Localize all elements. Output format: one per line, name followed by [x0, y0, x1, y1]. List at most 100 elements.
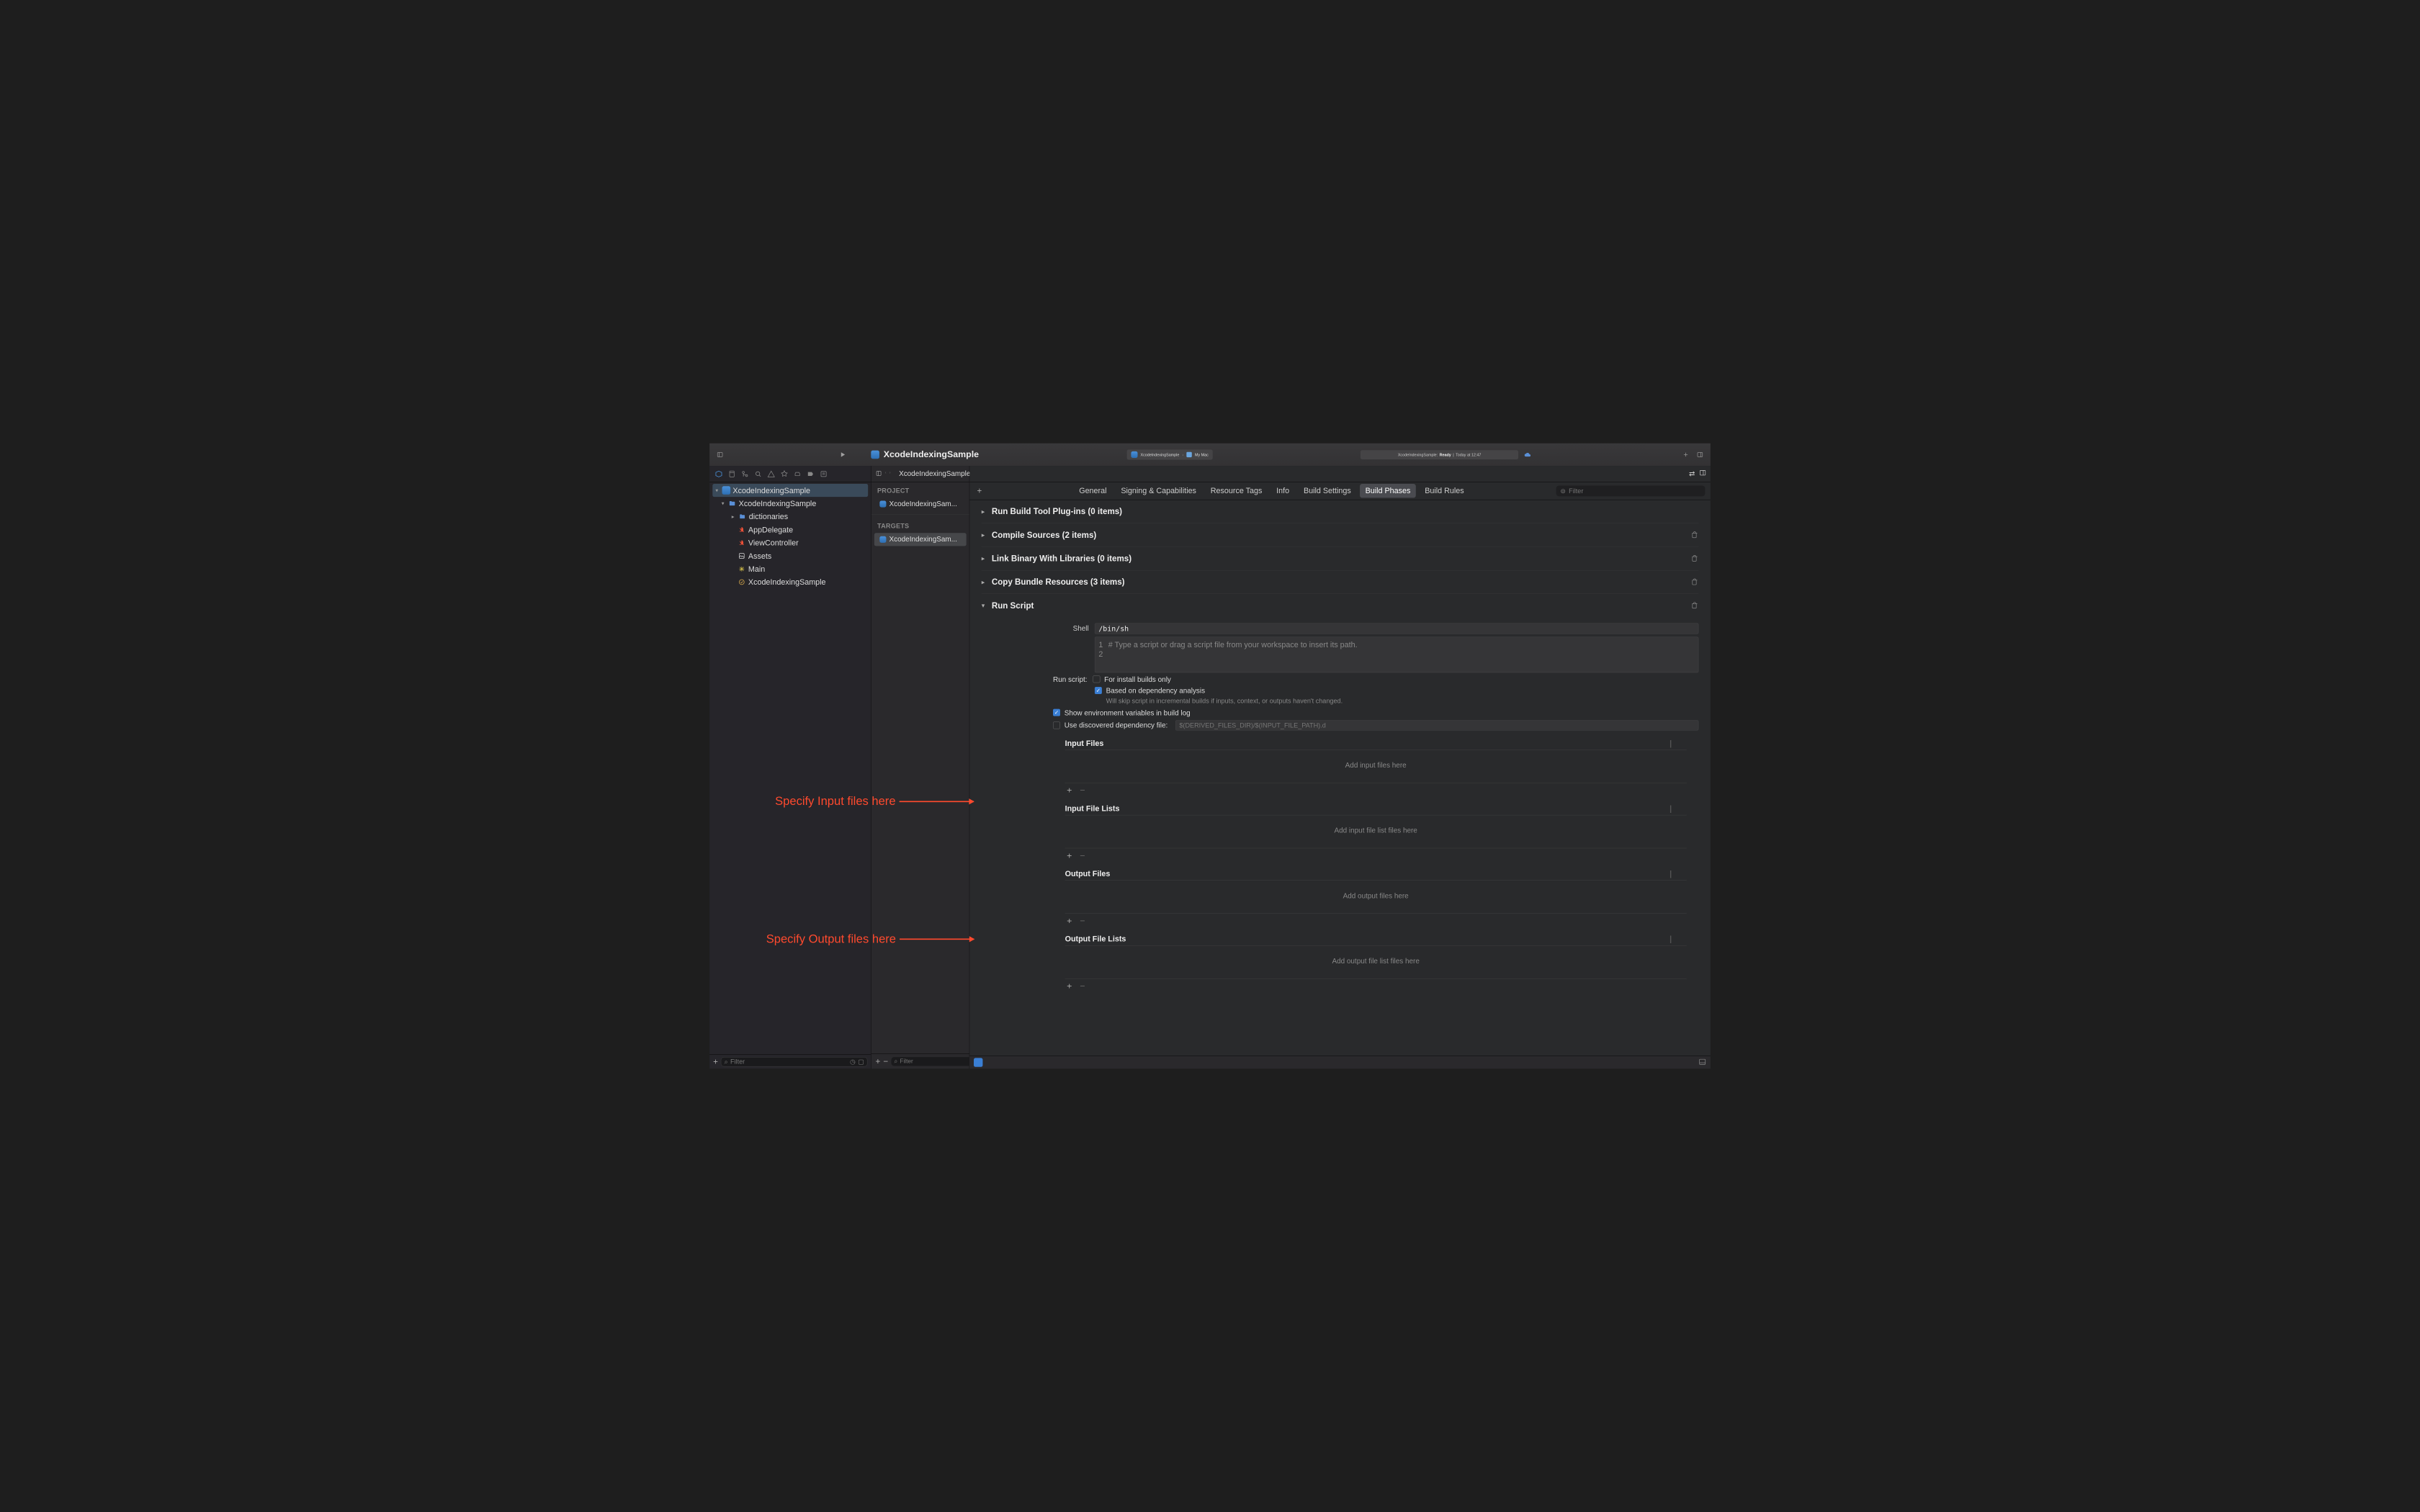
remove-output-list-button[interactable]: −	[1078, 981, 1087, 991]
tab-general[interactable]: General	[1074, 484, 1112, 498]
tab-build-rules[interactable]: Build Rules	[1420, 484, 1469, 498]
tab-build-phases[interactable]: Build Phases	[1360, 484, 1416, 498]
add-output-list-button[interactable]: +	[1065, 981, 1074, 991]
disclosure-triangle-icon[interactable]: ▾	[715, 487, 720, 494]
navigator-footer: + ⌕ ◷ ▢	[709, 1054, 871, 1068]
tree-item[interactable]: ▸ dictionaries	[709, 510, 871, 523]
chat-icon[interactable]	[974, 1058, 982, 1066]
forward-icon[interactable]: ›	[889, 470, 891, 478]
targets-filter[interactable]: ⌕	[891, 1057, 982, 1066]
tree-item[interactable]: Main	[709, 562, 871, 575]
script-editor[interactable]: 12 # Type a script or drag a script file…	[1095, 637, 1698, 673]
library-button[interactable]	[1695, 449, 1705, 459]
navigator-filter-input[interactable]	[730, 1058, 848, 1066]
disclosure-triangle-icon[interactable]: ▸	[982, 531, 987, 539]
phase-header[interactable]: ▸ Compile Sources (2 items)	[982, 523, 1699, 546]
assets-icon	[738, 552, 746, 560]
target-item[interactable]: XcodeIndexingSam...	[874, 533, 967, 546]
remove-input-file-button[interactable]: −	[1078, 786, 1087, 796]
editor-options-icon[interactable]	[1699, 469, 1706, 479]
tree-item-label: ViewController	[748, 538, 799, 547]
phase-header[interactable]: ▾ Run Script	[982, 594, 1699, 617]
issue-nav-icon[interactable]	[767, 470, 775, 478]
phase-title: Run Build Tool Plug-ins (0 items)	[992, 507, 1122, 516]
trash-icon[interactable]	[1691, 601, 1699, 610]
report-nav-icon[interactable]	[820, 470, 828, 478]
tree-item[interactable]: XcodeIndexingSample	[709, 575, 871, 588]
find-nav-icon[interactable]	[754, 470, 762, 478]
trash-icon[interactable]	[1691, 554, 1699, 563]
navigator-filter[interactable]: ⌕ ◷ ▢	[721, 1057, 867, 1066]
dependency-analysis-label: Based on dependency analysis	[1106, 687, 1205, 696]
test-nav-icon[interactable]	[781, 470, 789, 478]
trash-icon[interactable]	[1691, 531, 1699, 539]
targets-footer: + − ⌕	[871, 1054, 969, 1069]
add-input-list-button[interactable]: +	[1065, 851, 1074, 861]
outline-toggle-icon[interactable]	[876, 470, 882, 478]
remove-target-button[interactable]: −	[883, 1057, 888, 1066]
tab-signing[interactable]: Signing & Capabilities	[1116, 484, 1202, 498]
phases-filter[interactable]: ⊜	[1556, 485, 1706, 496]
debug-nav-icon[interactable]	[794, 470, 802, 478]
dependency-analysis-checkbox[interactable]	[1095, 687, 1102, 694]
file-tree[interactable]: ▾ XcodeIndexingSample ▾ XcodeIndexingSam…	[709, 482, 871, 1054]
scheme-selector[interactable]: XcodeIndexingSample › My Mac	[1127, 449, 1213, 459]
disclosure-triangle-icon[interactable]: ▸	[982, 508, 987, 516]
disclosure-triangle-icon[interactable]: ▸	[982, 578, 987, 586]
filter-icon: ⌕	[894, 1058, 897, 1065]
install-only-checkbox[interactable]	[1093, 675, 1100, 683]
back-icon[interactable]: ‹	[885, 470, 887, 478]
add-input-file-button[interactable]: +	[1065, 786, 1074, 796]
console-toggle-icon[interactable]	[1698, 1058, 1706, 1066]
tab-resource-tags[interactable]: Resource Tags	[1205, 484, 1267, 498]
phase-header[interactable]: ▸ Copy Bundle Resources (3 items)	[982, 570, 1699, 593]
trash-icon[interactable]	[1691, 577, 1699, 586]
jumpbar-project[interactable]: XcodeIndexingSample	[899, 469, 970, 478]
targets-section-label: TARGETS	[871, 518, 969, 533]
tab-info[interactable]: Info	[1271, 484, 1295, 498]
phases-filter-input[interactable]	[1569, 487, 1700, 495]
source-control-nav-icon[interactable]	[728, 470, 736, 478]
disclosure-triangle-icon[interactable]: ▸	[982, 554, 987, 562]
scm-icon[interactable]: ▢	[858, 1058, 864, 1066]
output-files-title: Output Files|	[1065, 869, 1699, 878]
add-phase-button[interactable]: +	[975, 486, 984, 495]
symbol-nav-icon[interactable]	[741, 470, 749, 478]
swap-icon[interactable]: ⇄	[1689, 469, 1695, 478]
tree-item[interactable]: Assets	[709, 549, 871, 562]
add-button[interactable]	[1680, 449, 1690, 459]
add-output-file-button[interactable]: +	[1065, 916, 1074, 926]
tab-build-settings[interactable]: Build Settings	[1299, 484, 1357, 498]
phase-row: ▸ Link Binary With Libraries (0 items)	[982, 547, 1699, 571]
add-icon[interactable]: +	[713, 1057, 718, 1066]
clock-icon[interactable]: ◷	[850, 1058, 856, 1066]
project-nav-icon[interactable]	[715, 470, 723, 478]
cloud-status-icon[interactable]	[1523, 449, 1533, 459]
project-item[interactable]: XcodeIndexingSam...	[874, 498, 967, 510]
shell-input[interactable]	[1095, 624, 1698, 634]
run-button[interactable]	[838, 449, 848, 459]
remove-input-list-button[interactable]: −	[1078, 851, 1087, 861]
tree-item[interactable]: AppDelegate	[709, 523, 871, 536]
remove-output-file-button[interactable]: −	[1078, 916, 1087, 926]
disclosure-triangle-icon[interactable]: ▸	[732, 513, 736, 520]
dep-file-input[interactable]	[1175, 720, 1698, 730]
tree-item[interactable]: ViewController	[709, 536, 871, 549]
add-target-button[interactable]: +	[876, 1057, 881, 1066]
tree-item-label: Assets	[748, 552, 771, 561]
activity-status[interactable]: XcodeIndexingSample: Ready | Today at 12…	[1361, 450, 1518, 459]
phase-header[interactable]: ▸ Link Binary With Libraries (0 items)	[982, 547, 1699, 570]
folder-icon	[738, 513, 747, 521]
phase-header[interactable]: ▸ Run Build Tool Plug-ins (0 items)	[982, 500, 1699, 523]
swift-file-icon	[738, 539, 746, 547]
sidebar-toggle-icon[interactable]	[715, 449, 725, 459]
disclosure-triangle-icon[interactable]: ▾	[982, 602, 987, 610]
tree-group[interactable]: ▾ XcodeIndexingSample	[709, 497, 871, 510]
disclosure-triangle-icon[interactable]: ▾	[722, 500, 726, 507]
tree-root[interactable]: ▾ XcodeIndexingSample	[712, 484, 868, 497]
dep-file-checkbox[interactable]	[1053, 721, 1060, 729]
show-env-checkbox[interactable]	[1053, 709, 1060, 716]
mac-icon	[1186, 452, 1191, 457]
targets-filter-input[interactable]	[900, 1058, 979, 1065]
breakpoint-nav-icon[interactable]	[807, 470, 815, 478]
